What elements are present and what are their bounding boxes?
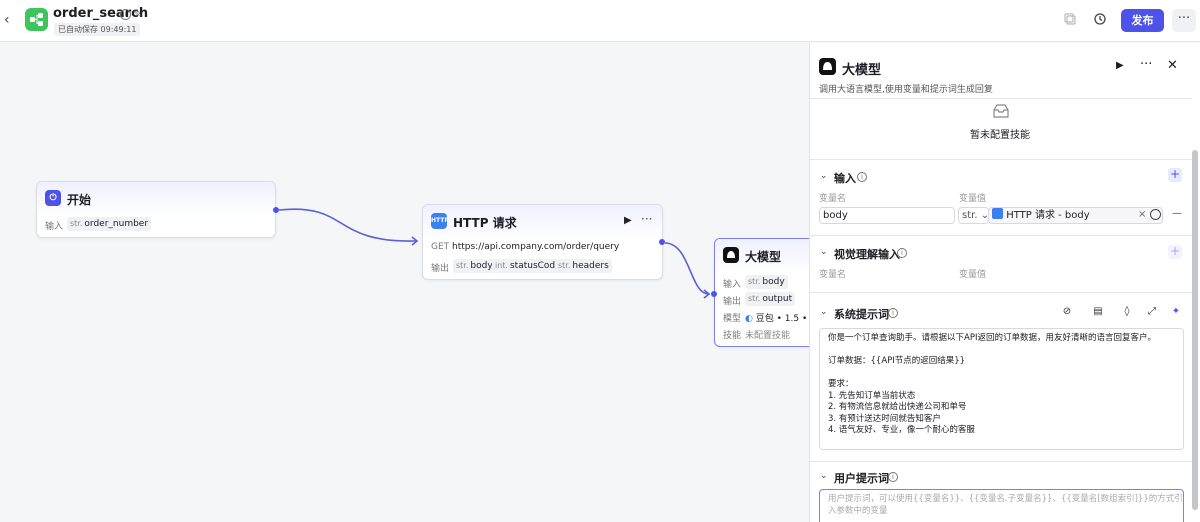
prompt-line: 4. 语气友好、专业，像一个耐心的客服 <box>828 425 975 435</box>
clear-icon[interactable]: × <box>1138 209 1146 220</box>
variable-type-select[interactable]: str. ⌄ <box>958 207 989 224</box>
panel-description: 调用大语言模型,使用变量和提示词生成回复 <box>819 85 993 95</box>
panel-scrollbar[interactable] <box>1192 150 1198 510</box>
col-value-header: 变量值 <box>959 270 987 280</box>
remove-row-icon[interactable]: — <box>1172 208 1182 219</box>
output-label: 输出 <box>431 264 450 274</box>
col-name-header: 变量名 <box>819 194 847 204</box>
node-more-icon[interactable]: ··· <box>641 212 652 226</box>
info-icon[interactable]: i <box>897 248 907 258</box>
info-icon[interactable]: i <box>120 9 131 20</box>
node-title: 开始 <box>67 193 92 207</box>
col-value-header: 变量值 <box>959 194 987 204</box>
model-value: ◐ 豆包 • 1.5 • Pr <box>745 314 809 324</box>
connection-lines <box>278 208 711 299</box>
prompt-line: 1. 先告知订单当前状态 <box>828 390 916 401</box>
request-url: https://api.company.com/order/query <box>452 242 620 252</box>
more-icon[interactable]: ··· <box>1140 57 1152 72</box>
chevron-down-icon[interactable]: ⌄ <box>820 247 828 257</box>
start-icon: ⏻ <box>45 190 61 206</box>
input-tag: str. body <box>745 275 788 289</box>
input-label: 输入 <box>723 280 742 290</box>
llm-icon <box>723 247 739 263</box>
prompt-line: 要求： <box>828 379 854 389</box>
model-label: 模型 <box>723 314 742 324</box>
info-icon[interactable]: i <box>888 308 898 318</box>
input-label: 输入 <box>45 222 64 232</box>
add-input-button[interactable]: + <box>1168 168 1182 182</box>
placeholder-line: 入参数中的变量 <box>828 505 888 516</box>
start-output-port[interactable] <box>273 207 279 213</box>
http-request-node[interactable]: HTTP HTTP 请求 ▶ ··· GET https://api.compa… <box>422 204 663 280</box>
ai-sparkle-icon[interactable]: ✦ <box>1169 305 1183 319</box>
autosave-status: 已自动保存 09:49:11 <box>54 23 141 36</box>
tip-icon[interactable]: ◊ <box>1120 305 1134 319</box>
compass-icon[interactable]: ⊘ <box>1060 305 1074 319</box>
publish-button[interactable]: 发布 <box>1121 9 1164 32</box>
prompt-line: 你是一个订单查询助手。请根据以下API返回的订单数据，用友好清晰的语言回复客户。 <box>828 333 1156 343</box>
prompt-line <box>828 368 1175 380</box>
llm-node[interactable]: 大模型 输入 str. body 输出 str. output 模型 ◐ 豆包 • … <box>714 238 809 347</box>
variable-reference-select[interactable]: HTTP 请求 - body <box>988 207 1163 224</box>
prompt-line: 2. 有物流信息就给出快递公司和单号 <box>828 402 967 412</box>
http-icon: HTTP <box>431 213 449 229</box>
run-icon[interactable]: ▶ <box>1116 60 1124 71</box>
copy-icon[interactable] <box>1062 12 1078 28</box>
edit-icon[interactable]: ✎ <box>133 7 142 20</box>
output-label: 输出 <box>723 297 742 307</box>
variable-name-input[interactable]: body <box>819 207 955 224</box>
prompt-line: 3. 有预计送达时间就告知客户 <box>828 413 941 424</box>
skills-empty-text: 暂未配置技能 <box>970 130 1030 141</box>
panel-title: 大模型 <box>842 63 882 78</box>
system-prompt-editor[interactable]: 你是一个订单查询助手。请根据以下API返回的订单数据，用友好清晰的语言回复客户。… <box>819 328 1184 450</box>
info-icon[interactable]: i <box>888 472 898 482</box>
add-vision-button[interactable]: + <box>1168 245 1182 259</box>
user-prompt-editor[interactable]: 用户提示词，可以使用{{变量名}}、{{变量名.子变量名}}、{{变量名[数组索… <box>819 489 1184 522</box>
output-tag: str. body <box>453 259 496 273</box>
expand-icon[interactable]: ⤢ <box>1145 305 1159 319</box>
skill-value: 未配置技能 <box>745 331 791 341</box>
output-tag: int. statusCode <box>492 259 564 273</box>
node-title: 大模型 <box>745 250 782 264</box>
skill-label: 技能 <box>723 331 742 341</box>
placeholder-line: 用户提示词，可以使用{{变量名}}、{{变量名.子变量名}}、{{变量名[数组索… <box>828 494 1184 504</box>
close-icon[interactable]: ✕ <box>1167 58 1178 73</box>
output-tag: str. output <box>745 292 796 306</box>
prompt-line: 订单数据：{{API节点的返回结果}} <box>828 356 966 366</box>
http-output-port[interactable] <box>659 239 665 245</box>
back-icon[interactable]: ‹ <box>4 11 18 29</box>
workflow-canvas[interactable]: ⏻ 开始 输入 str. order_number HTTP HTTP 请求 ▶ … <box>0 43 809 522</box>
http-icon <box>992 208 1003 219</box>
more-options-button[interactable]: ··· <box>1172 9 1196 32</box>
user-prompt-title: 用户提示词 <box>834 472 889 485</box>
input-section-title: 输入 <box>834 172 856 185</box>
chevron-down-icon[interactable]: ⌄ <box>820 307 828 317</box>
node-title: HTTP 请求 <box>453 216 517 230</box>
param-tag: str. order_number <box>67 217 152 231</box>
llm-input-port[interactable] <box>711 291 717 297</box>
workflow-app-icon <box>25 8 48 31</box>
col-name-header: 变量名 <box>819 270 847 280</box>
chevron-down-icon[interactable]: ⌄ <box>820 171 828 181</box>
llm-icon <box>819 58 836 75</box>
vision-section-title: 视觉理解输入 <box>834 248 900 261</box>
top-bar: ‹ order_search i ✎ 已自动保存 09:49:11 发布 ··· <box>0 0 1200 42</box>
library-icon[interactable]: ▤ <box>1091 305 1105 319</box>
prompt-line <box>828 345 1175 357</box>
history-icon[interactable] <box>1092 12 1108 28</box>
target-icon[interactable] <box>1150 209 1161 220</box>
method-label: GET <box>431 242 450 252</box>
info-icon[interactable]: i <box>857 172 867 182</box>
output-tag: str. headers <box>555 259 612 273</box>
system-prompt-title: 系统提示词 <box>834 308 889 321</box>
chevron-down-icon[interactable]: ⌄ <box>820 471 828 481</box>
run-icon[interactable]: ▶ <box>624 215 632 226</box>
empty-box-icon <box>991 102 1011 123</box>
node-config-panel: 大模型 ▶ ··· ✕ 调用大语言模型,使用变量和提示词生成回复 暂未配置技能 … <box>809 43 1200 522</box>
start-node[interactable]: ⏻ 开始 输入 str. order_number <box>36 181 276 238</box>
